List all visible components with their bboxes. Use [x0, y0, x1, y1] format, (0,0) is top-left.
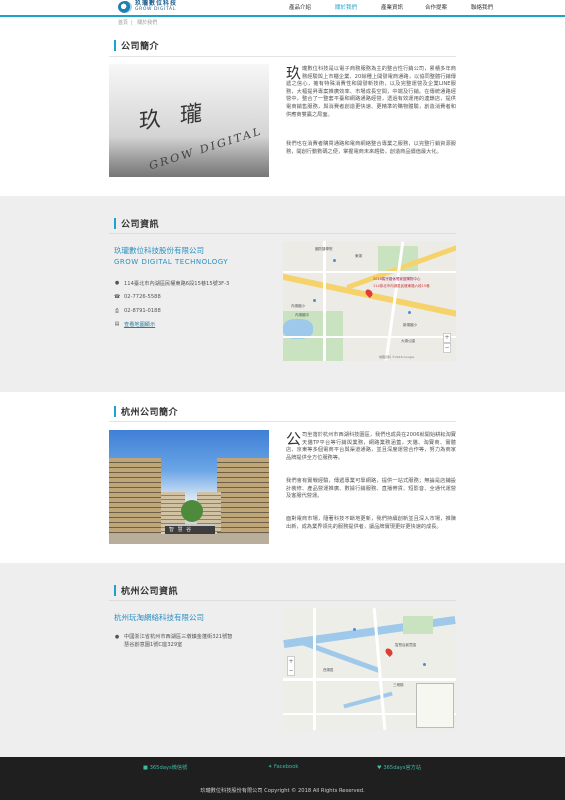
- hangzhou-office-photo: 智 慧 谷: [109, 430, 269, 544]
- map-marker-icon: ●: [114, 634, 120, 640]
- divider: [109, 421, 456, 422]
- breadcrumb-current: 關於我們: [137, 20, 158, 26]
- hz-company-name: 杭州玩淘網絡科技有限公司: [114, 613, 204, 622]
- divider: [109, 56, 456, 57]
- map-taipei[interactable]: 114臺北市內湖區民權東路六段15巷 國防醫學院 東湖 內湖國小 內湖國中 新湖…: [283, 241, 456, 361]
- nav-industry[interactable]: 產業資訊: [381, 3, 403, 11]
- intro-paragraph-2: 我們也在消費者購買通路和電商網絡整合專業之服務，以完整行銷資源服務，開創行動數碼…: [286, 141, 456, 155]
- map-link-row: ▤ 查看地圖顯示: [114, 321, 156, 328]
- phone-row: ☎ 02-7726-5588: [114, 294, 161, 300]
- footer-link-official[interactable]: ♥ 365days官方站: [377, 764, 421, 771]
- intro-photo: 玖 瓏 GROW DIGITAL: [109, 64, 269, 177]
- fax-icon: ⎙: [114, 308, 119, 314]
- map-icon: ▤: [114, 321, 120, 327]
- main-nav: 產品介紹 關於我們 產業資訊 合作提案 聯絡我們: [0, 3, 565, 13]
- company-name-en: GROW DIGITAL TECHNOLOGY: [114, 258, 229, 266]
- map-hangzhou[interactable]: 西湖區 三墩鎮 智慧谷創意園 + −: [283, 608, 456, 730]
- company-name-cn: 玖瓏數位科技股份有限公司: [114, 246, 204, 255]
- phone-icon: ☎: [114, 294, 121, 300]
- nav-about[interactable]: 關於我們: [335, 3, 357, 11]
- hz-address-row: ● 中國浙江省杭州市西湖區三墩鎮金蓬街321號智慧谷創意園1號C座329室: [114, 634, 233, 648]
- zoom-out-button[interactable]: −: [443, 343, 451, 353]
- location-pin-icon[interactable]: [384, 647, 394, 657]
- map-marker-icon: ●: [114, 280, 120, 286]
- zoom-control[interactable]: + −: [287, 656, 295, 676]
- breadcrumb: 首頁 | 關於我們: [118, 20, 158, 26]
- copyright: 玖瓏數位科技股份有限公司 Copyright © 2018 All Rights…: [200, 788, 365, 794]
- footer-link-wechat[interactable]: ■ 365days微信號: [143, 764, 187, 771]
- footer-link-facebook[interactable]: ✴ Facebook: [268, 764, 298, 770]
- header: 玖瓏數位科技 GROW DIGITAL 產品介紹 關於我們 產業資訊 合作提案 …: [0, 0, 565, 16]
- nav-cooperation[interactable]: 合作提案: [425, 3, 447, 11]
- intro-dropcap: 玖: [286, 64, 302, 82]
- address-row: ● 114臺北市內湖區民權東路6段15巷15號3F-3: [114, 280, 230, 287]
- divider: [109, 600, 456, 601]
- breadcrumb-home[interactable]: 首頁: [118, 20, 128, 26]
- section-title-info: 公司資訊: [114, 217, 159, 230]
- hz-paragraph-1: 公司坐落於杭州市西湖科技園區，我們也成員在2006就開始耕耘淘寶天貓TP平台等行…: [286, 430, 456, 461]
- divider: [109, 233, 456, 234]
- hz-paragraph-3: 面對電商市場，隨著科技不斷地更新，我們持續創新並且深入市場，推陳出新，成為業界領…: [286, 516, 456, 530]
- page: 玖瓏數位科技 GROW DIGITAL 產品介紹 關於我們 產業資訊 合作提案 …: [0, 0, 565, 800]
- hz-dropcap: 公: [286, 430, 302, 448]
- map-link[interactable]: 查看地圖顯示: [124, 321, 155, 328]
- header-underline: [0, 15, 565, 17]
- section-title-intro: 公司簡介: [114, 39, 159, 52]
- hz-paragraph-2: 我們會有實戰經驗，傳遞專業可靠網路，提供一站式服務；無論是店鋪設計裝修、產品營運…: [286, 478, 456, 500]
- inset-map[interactable]: [416, 683, 454, 728]
- footer: ■ 365days微信號 ✴ Facebook ♥ 365days官方站 玖瓏數…: [0, 757, 565, 800]
- intro-paragraph-1: 玖瓏數位科技是以電子商務服務為主的整合性行銷公司，累積多年商務經驗與上市櫃企業、…: [286, 64, 456, 118]
- section-title-hz-info: 杭州公司資訊: [114, 584, 178, 597]
- zoom-in-button[interactable]: +: [443, 333, 451, 343]
- map-attribution: 地圖資料 ©2018 Google: [379, 355, 415, 359]
- nav-products[interactable]: 產品介紹: [289, 3, 311, 11]
- nav-contact[interactable]: 聯絡我們: [471, 3, 493, 11]
- section-title-hz-intro: 杭州公司簡介: [114, 405, 178, 418]
- fax-row: ⎙ 02-8791-0188: [114, 308, 161, 314]
